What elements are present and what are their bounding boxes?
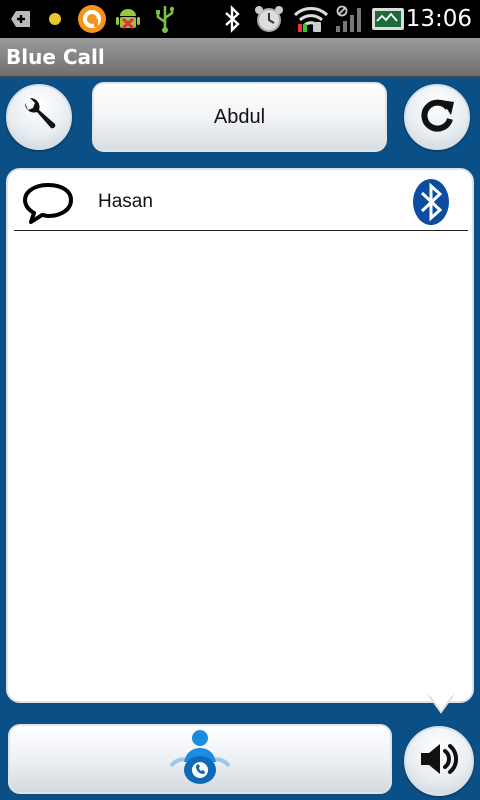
signal-strength-icon	[332, 4, 366, 34]
title-bar: Blue Call	[0, 38, 480, 77]
list-item-label: Hasan	[98, 191, 153, 212]
contact-call-icon	[165, 728, 235, 791]
contact-name-text: Abdul	[213, 105, 266, 128]
battery-icon	[370, 4, 406, 34]
bluetooth-icon	[412, 178, 450, 231]
app-title: Blue Call	[6, 45, 105, 69]
panel-tail	[428, 694, 454, 714]
add-icon	[8, 4, 34, 34]
bluetooth-icon	[220, 4, 244, 34]
usb-icon	[150, 4, 180, 34]
refresh-button[interactable]	[404, 84, 470, 150]
settings-button[interactable]	[6, 84, 72, 150]
status-bar: 13:06	[0, 0, 480, 38]
alarm-clock-icon	[252, 4, 286, 34]
chat-bubble-icon	[22, 182, 74, 229]
status-time: 13:06	[405, 6, 472, 32]
orange-app-icon	[76, 4, 108, 34]
notification-dot-icon	[44, 4, 66, 34]
wifi-icon	[292, 4, 330, 34]
refresh-icon	[415, 93, 459, 142]
device-list: Hasan	[6, 168, 474, 703]
speaker-button[interactable]	[404, 726, 474, 796]
wrench-icon	[17, 93, 61, 142]
contact-name-field[interactable]: Abdul	[92, 82, 387, 152]
speaker-icon	[417, 739, 461, 784]
android-debug-icon	[112, 4, 144, 34]
list-item[interactable]: Hasan	[14, 174, 468, 231]
call-button[interactable]	[8, 724, 392, 794]
